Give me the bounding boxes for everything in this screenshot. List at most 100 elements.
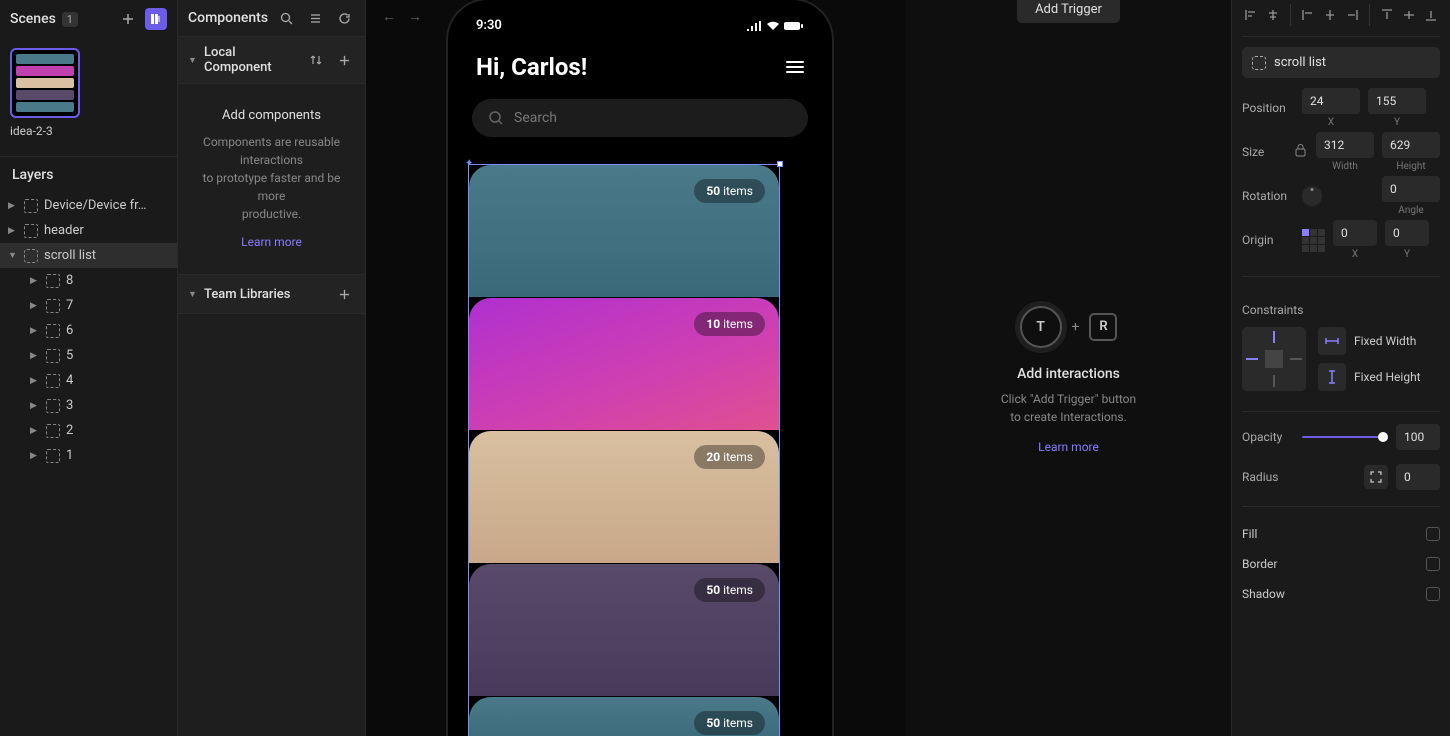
fixed-width-icon[interactable] <box>1318 327 1346 355</box>
origin-y-input[interactable] <box>1385 220 1429 246</box>
border-label: Border <box>1242 557 1277 571</box>
angle-input[interactable] <box>1382 176 1440 202</box>
scenes-view-toggle[interactable] <box>145 8 167 30</box>
nav-back-button[interactable]: ← <box>382 8 396 25</box>
card[interactable]: 20 items <box>469 431 779 563</box>
opacity-slider[interactable] <box>1302 436 1388 438</box>
team-libraries-section[interactable]: ▼ Team Libraries <box>178 274 365 314</box>
scene-thumbnail[interactable] <box>10 48 80 118</box>
align-top-button[interactable] <box>1378 4 1396 26</box>
sort-button[interactable] <box>305 49 327 71</box>
layer-row[interactable]: ▶2 <box>0 418 177 443</box>
add-scene-button[interactable] <box>117 8 139 30</box>
search-components-button[interactable] <box>276 7 297 29</box>
add-trigger-button[interactable]: Add Trigger <box>1017 0 1120 23</box>
align-middle-button[interactable] <box>1400 4 1418 26</box>
frame-icon <box>24 199 38 213</box>
status-icons <box>746 18 804 33</box>
opacity-input[interactable] <box>1396 424 1440 450</box>
radius-corners-icon[interactable] <box>1364 465 1388 489</box>
plus-icon <box>122 13 134 25</box>
layer-row[interactable]: ▶5 <box>0 343 177 368</box>
origin-x-input[interactable] <box>1333 220 1377 246</box>
search-input[interactable]: Search <box>472 99 808 137</box>
add-local-component-button[interactable] <box>333 49 355 71</box>
chevron-icon: ▼ <box>8 250 18 261</box>
card[interactable]: 50 items <box>469 697 779 736</box>
fixed-height-icon[interactable] <box>1318 363 1346 391</box>
layer-row[interactable]: ▶header <box>0 218 177 243</box>
constraints-label: Constraints <box>1242 303 1440 317</box>
empty-text: Components are reusable interactions to … <box>194 133 349 223</box>
border-checkbox[interactable] <box>1426 557 1440 571</box>
align-left2-button[interactable] <box>1299 4 1317 26</box>
height-input[interactable] <box>1382 132 1440 158</box>
interactions-text: Click "Add Trigger" button to create Int… <box>1001 390 1136 426</box>
align-left-button[interactable] <box>1242 4 1260 26</box>
layer-row[interactable]: ▶7 <box>0 293 177 318</box>
frame-icon <box>46 299 60 313</box>
scroll-icon <box>24 249 38 263</box>
align-bottom-button[interactable] <box>1422 4 1440 26</box>
layer-row[interactable]: ▶Device/Device fr… <box>0 193 177 218</box>
card[interactable]: 50 items <box>469 564 779 696</box>
layer-label: scroll list <box>44 248 96 263</box>
layer-label: 2 <box>66 423 73 438</box>
layer-row[interactable]: ▶4 <box>0 368 177 393</box>
chevron-icon: ▶ <box>30 276 40 286</box>
frame-icon <box>46 374 60 388</box>
refresh-button[interactable] <box>334 7 355 29</box>
rotation-label: Rotation <box>1242 189 1294 203</box>
shadow-checkbox[interactable] <box>1426 587 1440 601</box>
layer-row[interactable]: ▶8 <box>0 268 177 293</box>
layer-row[interactable]: ▶3 <box>0 393 177 418</box>
align-center-h-button[interactable] <box>1264 4 1282 26</box>
resize-handle[interactable] <box>777 161 783 167</box>
layer-row[interactable]: ▼ scroll list <box>0 243 177 268</box>
interactions-learn-more-link[interactable]: Learn more <box>1038 440 1099 454</box>
chevron-down-icon: ▼ <box>188 289 198 300</box>
fill-checkbox[interactable] <box>1426 527 1440 541</box>
width-input[interactable] <box>1316 132 1374 158</box>
origin-label: Origin <box>1242 233 1294 247</box>
layer-label: 7 <box>66 298 73 313</box>
layer-label: Device/Device fr… <box>44 198 146 213</box>
align-right-button[interactable] <box>1343 4 1361 26</box>
canvas[interactable]: ← → 9:30 Hi, Carlos! Search <box>366 0 906 736</box>
learn-more-link[interactable]: Learn more <box>241 235 302 249</box>
scenes-count: 1 <box>62 12 78 27</box>
nav-forward-button[interactable]: → <box>408 8 422 25</box>
card[interactable]: 50 items <box>469 165 779 297</box>
app-header: Hi, Carlos! <box>454 33 826 93</box>
layer-label: 8 <box>66 273 73 288</box>
card[interactable]: 10 items <box>469 298 779 430</box>
layer-row[interactable]: ▶6 <box>0 318 177 343</box>
components-empty-state: Add components Components are reusable i… <box>178 84 365 274</box>
position-x-input[interactable] <box>1302 88 1360 114</box>
frame-icon <box>46 399 60 413</box>
hamburger-icon[interactable] <box>786 61 804 73</box>
scenes-panel: Scenes 1 idea-2-3 Layers ▶Device/Device … <box>0 0 178 736</box>
card-badge: 50 items <box>694 179 765 203</box>
layer-row[interactable]: ▶1 <box>0 443 177 468</box>
selected-element-chip: scroll list <box>1242 47 1440 78</box>
properties-panel: scroll list Position X Y Size Width Heig… <box>1232 0 1450 736</box>
add-team-library-button[interactable] <box>333 283 355 305</box>
list-view-button[interactable] <box>305 7 326 29</box>
bars-icon <box>150 13 162 25</box>
lock-icon[interactable] <box>1295 144 1306 161</box>
layers-title: Layers <box>0 156 177 193</box>
greeting-text: Hi, Carlos! <box>476 53 587 81</box>
constraint-picker[interactable] <box>1242 327 1306 391</box>
device-frame: 9:30 Hi, Carlos! Search ✦ 50 items10 ite… <box>446 0 834 736</box>
response-icon: R <box>1089 313 1117 341</box>
align-center-button[interactable] <box>1321 4 1339 26</box>
layer-label: 3 <box>66 398 73 413</box>
position-y-input[interactable] <box>1368 88 1426 114</box>
opacity-label: Opacity <box>1242 430 1294 444</box>
radius-input[interactable] <box>1396 464 1440 490</box>
rotation-dial[interactable] <box>1302 186 1322 206</box>
local-component-section[interactable]: ▼ Local Component <box>178 36 365 84</box>
origin-picker[interactable] <box>1302 229 1325 252</box>
scroll-list-selection[interactable]: ✦ 50 items10 items20 items50 items50 ite… <box>468 164 780 736</box>
